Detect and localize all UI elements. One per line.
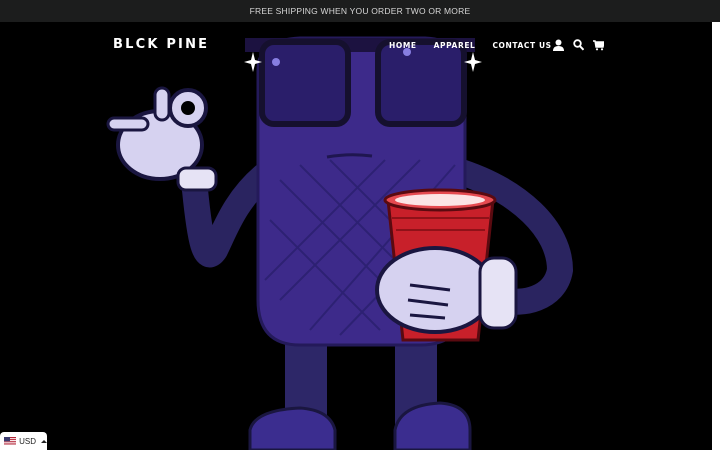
search-icon[interactable] bbox=[573, 38, 585, 51]
caret-up-icon bbox=[41, 439, 47, 443]
us-flag-icon bbox=[4, 437, 17, 445]
hero-illustration bbox=[106, 36, 574, 450]
currency-label: USD bbox=[19, 436, 36, 446]
announcement-text: FREE SHIPPING WHEN YOU ORDER TWO OR MORE bbox=[249, 6, 471, 16]
hero-banner bbox=[0, 22, 720, 450]
site-logo[interactable]: BLCK PINE bbox=[113, 37, 209, 52]
cart-icon[interactable] bbox=[593, 38, 605, 51]
nav-apparel[interactable]: APPAREL bbox=[434, 40, 476, 52]
header-icons bbox=[553, 38, 605, 51]
nav-home[interactable]: HOME bbox=[389, 40, 417, 52]
nav-contact-us[interactable]: CONTACT US bbox=[492, 40, 551, 52]
announcement-bar: FREE SHIPPING WHEN YOU ORDER TWO OR MORE bbox=[0, 0, 720, 22]
page-scrollbar[interactable] bbox=[712, 22, 720, 450]
main-nav: HOME APPAREL CONTACT US bbox=[389, 40, 569, 52]
currency-selector[interactable]: USD bbox=[0, 432, 47, 450]
account-icon[interactable] bbox=[553, 38, 564, 51]
